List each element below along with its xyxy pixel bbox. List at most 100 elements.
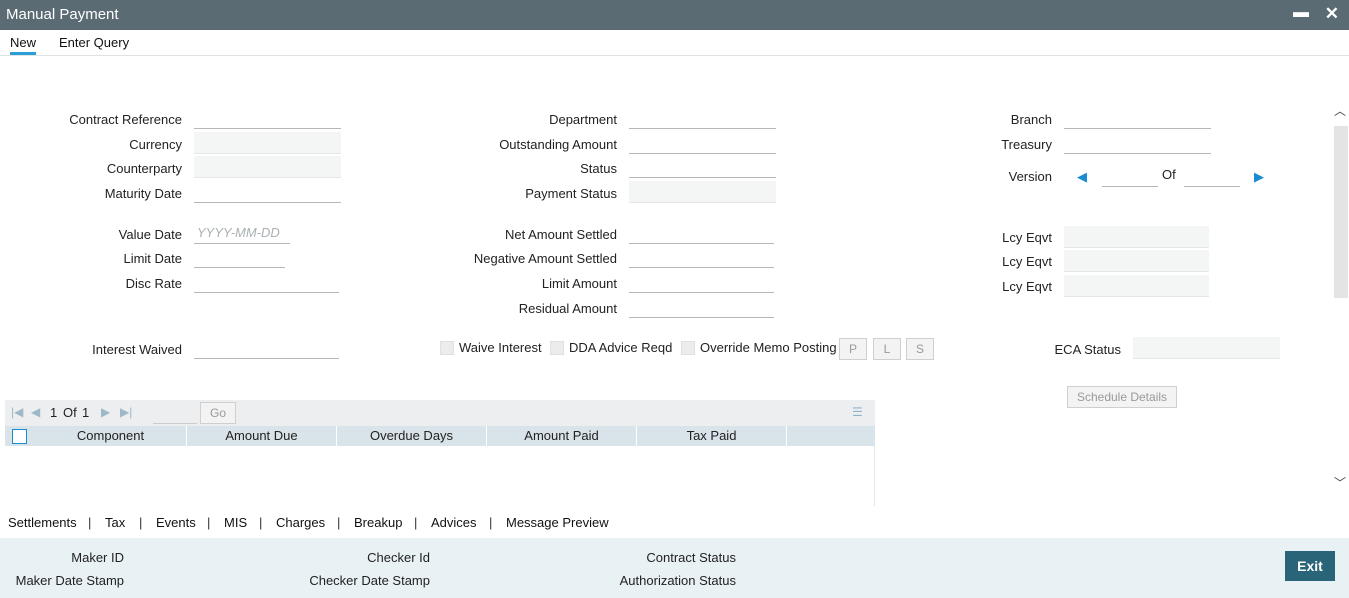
tab-separator: | [414, 515, 418, 530]
tab-separator: | [259, 515, 263, 530]
toolbar: New Enter Query [0, 30, 1349, 56]
currency-label: Currency [129, 137, 182, 152]
payment-status-input[interactable] [629, 181, 776, 203]
value-date-label: Value Date [118, 227, 182, 242]
status-label: Status [580, 161, 617, 176]
lcy-eqvt-3-label: Lcy Eqvt [1002, 279, 1052, 294]
tab-separator: | [139, 515, 143, 530]
version-next-icon[interactable]: ▶ [1254, 169, 1264, 185]
col-overdue-days[interactable]: Overdue Days [337, 426, 487, 446]
counterparty-input[interactable] [194, 156, 341, 178]
maturity-date-input[interactable] [194, 181, 341, 203]
l-button[interactable]: L [873, 338, 901, 360]
override-memo-posting-checkbox[interactable] [681, 341, 695, 355]
col-amount-due[interactable]: Amount Due [187, 426, 337, 446]
residual-amount-input[interactable] [629, 296, 774, 318]
department-input[interactable] [629, 107, 776, 129]
tab-mis[interactable]: MIS [224, 515, 247, 530]
select-all-checkbox[interactable] [12, 429, 27, 444]
grid-menu-icon[interactable]: ☰ [852, 405, 863, 419]
col-tax-paid[interactable]: Tax Paid [637, 426, 787, 446]
branch-input[interactable] [1064, 107, 1211, 129]
status-input[interactable] [629, 156, 776, 178]
contract-reference-label: Contract Reference [69, 112, 182, 127]
grid-body [5, 446, 875, 506]
grid-header: Component Amount Due Overdue Days Amount… [5, 426, 875, 446]
vertical-scrollbar[interactable]: ︿ ﹀ [1333, 94, 1349, 494]
eca-status-input[interactable] [1133, 337, 1280, 359]
col-amount-paid[interactable]: Amount Paid [487, 426, 637, 446]
limit-amount-input[interactable] [629, 271, 774, 293]
checker-date-stamp-label: Checker Date Stamp [309, 573, 430, 588]
counterparty-label: Counterparty [106, 161, 182, 176]
minimize-icon[interactable]: ▬ [1293, 4, 1309, 22]
tab-breakup[interactable]: Breakup [354, 515, 402, 530]
tab-separator: | [337, 515, 341, 530]
maturity-date-label: Maturity Date [104, 186, 182, 201]
lcy-eqvt-3-input[interactable] [1064, 275, 1209, 297]
tab-separator: | [207, 515, 211, 530]
limit-amount-label: Limit Amount [541, 276, 617, 291]
tab-advices[interactable]: Advices [431, 515, 477, 530]
tab-tax[interactable]: Tax [105, 515, 125, 530]
col-component[interactable]: Component [35, 426, 187, 446]
page-total: 1 [82, 405, 90, 420]
prev-page-icon[interactable]: ◀ [31, 405, 40, 419]
lcy-eqvt-1-label: Lcy Eqvt [1002, 230, 1052, 245]
scroll-down-icon[interactable]: ﹀ [1334, 474, 1346, 491]
maker-id-label: Maker ID [71, 550, 124, 565]
value-date-input[interactable] [194, 222, 290, 244]
scroll-up-icon[interactable]: ︿ [1334, 102, 1346, 119]
version-label: Version [1008, 169, 1052, 184]
go-button[interactable]: Go [200, 402, 236, 424]
version-prev-icon[interactable]: ◀ [1077, 169, 1087, 185]
page-current: 1 [50, 405, 58, 420]
audit-footer: Maker ID Maker Date Stamp Checker Id Che… [0, 538, 1349, 598]
tab-separator: | [489, 515, 493, 530]
interest-waived-label: Interest Waived [92, 342, 182, 357]
limit-date-input[interactable] [194, 246, 285, 268]
treasury-input[interactable] [1064, 132, 1211, 154]
s-button[interactable]: S [906, 338, 934, 360]
residual-amount-label: Residual Amount [518, 301, 617, 316]
tab-separator: | [88, 515, 92, 530]
tab-events[interactable]: Events [156, 515, 196, 530]
scroll-thumb[interactable] [1334, 126, 1348, 298]
version-total-input[interactable] [1184, 165, 1240, 187]
close-icon[interactable]: ✕ [1325, 4, 1339, 24]
lcy-eqvt-2-input[interactable] [1064, 250, 1209, 272]
page-of-label: Of [63, 405, 77, 420]
first-page-icon[interactable]: |◀ [11, 405, 23, 419]
waive-interest-checkbox[interactable] [440, 341, 454, 355]
grid-pagination-bar: |◀ ◀ 1 Of 1 ▶ ▶| Go ☰ [5, 400, 875, 426]
tab-settlements[interactable]: Settlements [8, 515, 77, 530]
outstanding-amount-input[interactable] [629, 132, 776, 154]
tab-message-preview[interactable]: Message Preview [506, 515, 609, 530]
schedule-details-button[interactable]: Schedule Details [1067, 386, 1177, 408]
lcy-eqvt-1-input[interactable] [1064, 226, 1209, 248]
contract-reference-input[interactable] [194, 107, 341, 129]
authorization-status-label: Authorization Status [619, 573, 736, 588]
interest-waived-input[interactable] [194, 337, 339, 359]
negative-amount-settled-input[interactable] [629, 246, 774, 268]
disc-rate-input[interactable] [194, 271, 339, 293]
enter-query-button[interactable]: Enter Query [59, 35, 129, 50]
outstanding-amount-label: Outstanding Amount [499, 137, 617, 152]
exit-button[interactable]: Exit [1285, 551, 1335, 581]
last-page-icon[interactable]: ▶| [120, 405, 132, 419]
version-input[interactable] [1102, 165, 1158, 187]
p-button[interactable]: P [839, 338, 867, 360]
dda-advice-reqd-checkbox[interactable] [550, 341, 564, 355]
tab-charges[interactable]: Charges [276, 515, 325, 530]
contract-status-label: Contract Status [646, 550, 736, 565]
next-page-icon[interactable]: ▶ [101, 405, 110, 419]
limit-date-label: Limit Date [123, 251, 182, 266]
page-go-input[interactable] [153, 402, 197, 424]
treasury-label: Treasury [1001, 137, 1052, 152]
new-button[interactable]: New [10, 35, 37, 55]
maker-date-stamp-label: Maker Date Stamp [15, 573, 124, 588]
net-amount-settled-input[interactable] [629, 222, 774, 244]
currency-input[interactable] [194, 132, 341, 154]
payment-status-label: Payment Status [525, 186, 617, 201]
version-of-label: Of [1162, 167, 1176, 182]
